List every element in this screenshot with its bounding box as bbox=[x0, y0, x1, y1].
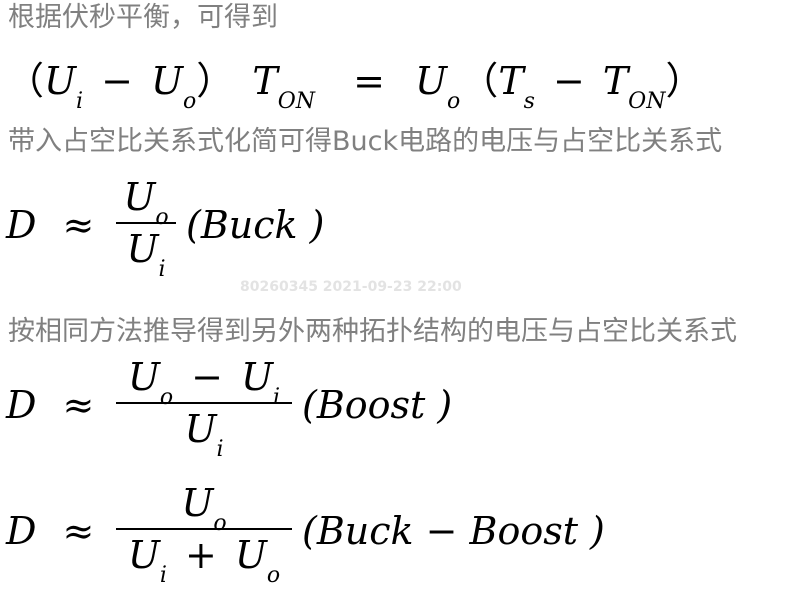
eq3-lhs: D ≈ bbox=[6, 386, 112, 424]
eq4-fraction-bar bbox=[116, 528, 292, 530]
eq1-rparen: ） bbox=[196, 59, 235, 103]
eq4-denominator: Ui + Uo bbox=[127, 533, 281, 588]
text-other-topologies: 按相同方法推导得到另外两种拓扑结构的电压与占空比关系式 bbox=[8, 316, 737, 347]
eq3-fraction-bar bbox=[116, 402, 292, 404]
eq1-minus2: − bbox=[552, 59, 585, 103]
eq1-T-on-sub: ON bbox=[277, 89, 315, 114]
eq1-Ts: T bbox=[498, 59, 524, 103]
eq1-Uo-sub: o bbox=[182, 89, 197, 114]
eq1-T-on2-sub: ON bbox=[628, 89, 666, 114]
eq2-label-buck: (Buck ) bbox=[186, 203, 325, 247]
text-buck-substitution: 带入占空比关系式化简可得Buck电路的电压与占空比关系式 bbox=[8, 126, 723, 157]
watermark: 80260345 2021-09-23 22:00 bbox=[240, 279, 462, 295]
eq4-D: D bbox=[6, 509, 37, 553]
eq1-Uo-right: U bbox=[415, 59, 448, 103]
text-volt-second-balance: 根据伏秒平衡，可得到 bbox=[8, 2, 278, 33]
eq3-fraction: Uo − Ui Ui bbox=[116, 355, 292, 462]
eq3-denominator: Ui bbox=[184, 407, 224, 462]
eq4-fraction: Uo Ui + Uo bbox=[116, 481, 292, 588]
eq1-lparen: （ bbox=[6, 59, 45, 103]
eq2-numerator: Uo bbox=[123, 175, 169, 230]
eq2-denominator: Ui bbox=[126, 227, 166, 282]
eq4-approx: ≈ bbox=[62, 509, 95, 553]
eq1-Ts-sub: s bbox=[523, 89, 535, 114]
eq1-T-on: T bbox=[252, 59, 278, 103]
eq1-Uo-right-sub: o bbox=[447, 89, 461, 114]
eq1-rparen2: ） bbox=[665, 59, 704, 103]
eq4-numerator: Uo bbox=[181, 481, 227, 536]
eq1-minus: − bbox=[101, 59, 133, 103]
eq1-T-on2: T bbox=[602, 59, 629, 103]
eq1-Ui: U bbox=[44, 59, 77, 103]
eq2-approx: ≈ bbox=[62, 203, 95, 247]
eq3-numerator: Uo − Ui bbox=[127, 355, 281, 410]
eq3-approx: ≈ bbox=[62, 383, 95, 427]
eq1-lparen2: （ bbox=[460, 59, 499, 103]
eq3-D: D bbox=[6, 383, 37, 427]
eq1-Ui-sub: i bbox=[76, 89, 84, 114]
eq1-Uo: U bbox=[150, 59, 183, 103]
eq4-lhs: D ≈ bbox=[6, 512, 112, 550]
eq2-lhs: D ≈ bbox=[6, 206, 112, 244]
eq4-label-buck-boost: (Buck − Boost ) bbox=[302, 509, 605, 553]
eq1-equals: = bbox=[353, 59, 385, 103]
equation-volt-second: （Ui − Uo） TON = Uo（Ts − TON） bbox=[6, 59, 704, 113]
eq3-label-boost: (Boost ) bbox=[302, 383, 453, 427]
eq2-D: D bbox=[6, 203, 37, 247]
eq2-fraction: Uo Ui bbox=[116, 175, 176, 282]
